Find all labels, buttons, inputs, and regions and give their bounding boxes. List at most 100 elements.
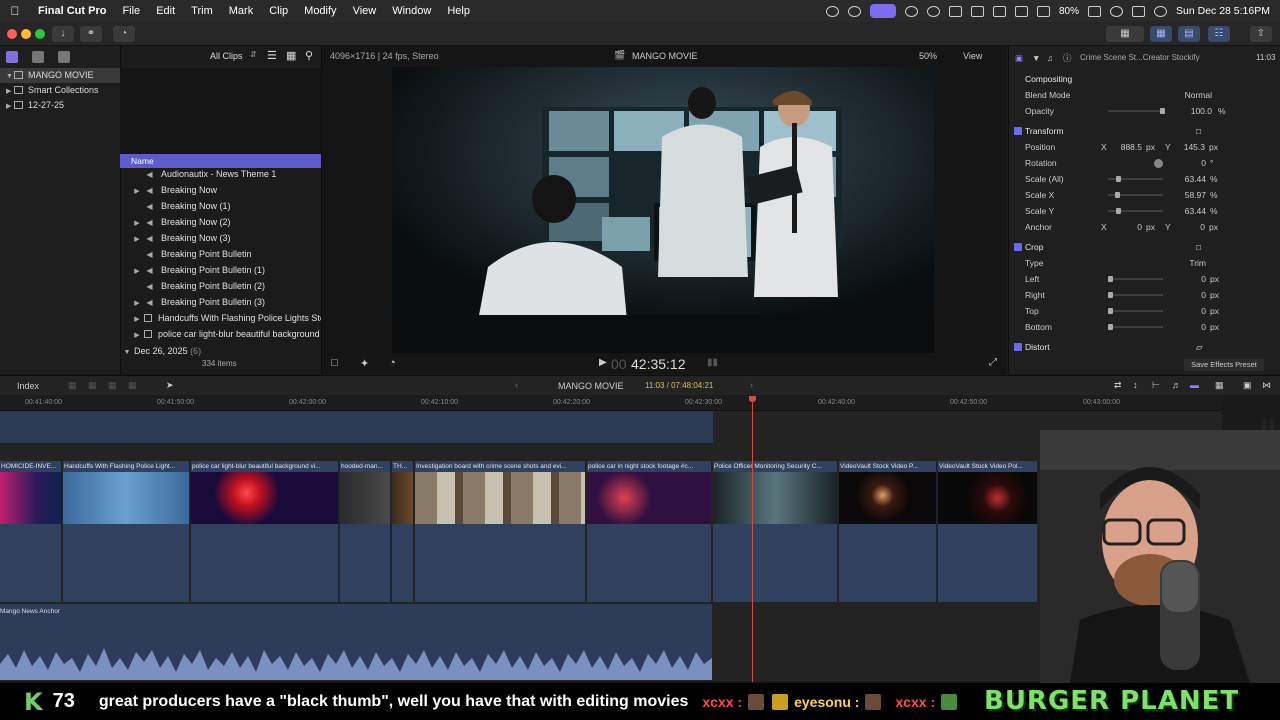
disclosure-icon[interactable]: ▶ [130,312,144,326]
distort-enable-checkbox[interactable] [1014,343,1022,351]
scale-y-value[interactable]: 63.44 [1168,203,1206,219]
blend-mode-popup[interactable]: Normal [1168,87,1212,103]
window-zoom-button[interactable] [35,29,45,39]
timeline-clip[interactable]: police car in night stock footage #c... [587,461,712,602]
menu-modify[interactable]: Modify [296,5,344,17]
browser-clip-row[interactable]: ▶ ◀ Breaking Point Bulletin (3) [120,294,321,310]
opacity-value[interactable]: 100.0 [1168,103,1212,119]
wifi-icon[interactable] [1037,5,1050,17]
slider-knob[interactable] [1108,308,1113,314]
menu-view[interactable]: View [345,5,385,17]
play-icon[interactable] [927,5,940,17]
disclosure-icon[interactable]: ▶ [130,216,144,230]
disclosure-open-icon[interactable]: ▼ [120,345,134,359]
position-y-value[interactable]: 145.3 [1173,139,1205,155]
view-menu[interactable]: View [963,51,982,61]
zoom-to-fit-icon[interactable]: ⇄ [1114,380,1122,391]
library-item-mango-movie[interactable]: ▼ MANGO MOVIE [0,68,120,83]
save-effects-preset-button[interactable]: Save Effects Preset [1184,359,1264,371]
keywords-icon[interactable]: ⚭ [80,26,102,42]
color-inspector-icon[interactable]: ▼ [1032,50,1040,66]
spotlight-search-icon[interactable] [1110,5,1124,17]
connect-edit-icon[interactable]: ▦ [68,380,77,391]
disclosure-closed-icon[interactable]: ▶ [6,84,14,99]
timeline-clip-selected[interactable]: Police Officer Monitoring Security C... [713,461,838,602]
crop-left-slider[interactable] [1108,276,1163,282]
browser-clip-row[interactable]: ◀ Audionautix - News Theme 1 [120,166,321,182]
crop-right-slider[interactable] [1108,292,1163,298]
browser-clip-row[interactable]: ▶ ◀ Breaking Now (3) [120,230,321,246]
share-icon[interactable]: ⇧ [1250,26,1272,42]
scale-x-value[interactable]: 58.97 [1168,187,1206,203]
anchor-y-value[interactable]: 0 [1173,219,1205,235]
clip-filter-menu[interactable]: All Clips [210,51,243,61]
menu-mark[interactable]: Mark [221,5,261,17]
select-tool-icon[interactable]: ➤ [166,380,174,391]
scale-x-slider[interactable] [1108,192,1163,198]
menu-help[interactable]: Help [439,5,478,17]
crop-top-value[interactable]: 0 [1168,303,1206,319]
apple-menu-icon[interactable]:  [0,4,30,18]
playhead-handle[interactable] [749,396,756,402]
background-tasks-icon[interactable]: ◔ [113,26,135,42]
timeline-clip[interactable]: TH... [392,461,414,602]
list-view-icon[interactable]: ☰ [267,49,277,62]
info-inspector-icon[interactable]: ⓘ [1063,50,1072,66]
menu-clip[interactable]: Clip [261,5,296,17]
timeline-forward-icon[interactable]: › [750,380,753,390]
crop-bottom-value[interactable]: 0 [1168,319,1206,335]
display-icon[interactable] [993,5,1006,17]
creative-cloud-icon[interactable] [848,5,861,17]
rotation-dial[interactable] [1154,159,1163,168]
slider-knob[interactable] [1115,192,1120,198]
solo-icon[interactable]: ▬ [1190,380,1199,390]
photos-audio-tab-icon[interactable] [32,51,44,63]
library-item-smart-collections[interactable]: ▶ Smart Collections [0,83,120,98]
browser-clip-row[interactable]: ◀ Breaking Point Bulletin [120,246,321,262]
show-inspector-icon[interactable]: ☷ [1208,26,1230,42]
workspace-icon[interactable]: ▦ [1106,26,1144,42]
skimming-icon[interactable]: ↕ [1133,380,1138,390]
insert-edit-icon[interactable]: ▦ [88,380,97,391]
append-edit-icon[interactable]: ▦ [108,380,117,391]
distort-section[interactable]: Distort ▱ [1008,339,1280,355]
browser-clip-row[interactable]: ◀ Breaking Point Bulletin (2) [120,278,321,294]
window-close-button[interactable] [7,29,17,39]
browser-clip-row[interactable]: ◀ Breaking Now (1) [120,198,321,214]
show-timeline-icon[interactable]: ▤ [1178,26,1200,42]
timeline-clip[interactable]: VideoVault Stock Video P... [839,461,937,602]
timeline-project-name[interactable]: MANGO MOVIE [558,381,624,391]
fullscreen-icon[interactable]: ⤢ [989,357,997,368]
timeline-clip[interactable]: VideoVault Stock Video Pol... [938,461,1038,602]
menu-window[interactable]: Window [384,5,439,17]
titles-generators-tab-icon[interactable] [58,51,70,63]
browser-clip-row[interactable]: ▶ police car light-blur beautiful backgro… [120,326,321,342]
transform-enable-checkbox[interactable] [1014,127,1022,135]
rotation-value[interactable]: 0 [1168,155,1206,171]
transform-section[interactable]: Transform □ [1008,123,1280,139]
timeline-back-icon[interactable]: ‹ [515,380,518,390]
compositing-section[interactable]: Compositing [1008,71,1280,87]
onscreen-controls-icon[interactable]: ▱ [1196,339,1203,355]
crop-type-popup[interactable]: Trim [1168,255,1206,271]
show-browser-icon[interactable]: ▦ [1150,26,1172,42]
slider-knob[interactable] [1108,292,1113,298]
onscreen-controls-icon[interactable]: □ [1196,239,1201,255]
scale-y-slider[interactable] [1108,208,1163,214]
event-group-row[interactable]: ▼ Dec 26, 2025 (6) [120,343,321,359]
transform-tool-icon[interactable]: □ [331,357,338,369]
scale-all-slider[interactable] [1108,176,1163,182]
timeline-clip[interactable]: Handcuffs With Flashing Police Light... [63,461,190,602]
playhead[interactable] [752,397,753,682]
clip-appearance-icon[interactable]: ▦ [1215,380,1224,391]
volume-icon[interactable] [949,5,962,17]
enhance-tool-icon[interactable]: ✦ [360,357,369,370]
index-button[interactable]: Index [17,381,39,391]
library-item-event[interactable]: ▶ 12-27-25 [0,98,120,113]
timecode-display[interactable]: 42:35:12 [631,356,686,372]
slider-knob[interactable] [1160,108,1165,114]
menubar-clock[interactable]: Sun Dec 28 5:16PM [1176,5,1270,17]
timeline-clip[interactable]: Investigation board with crime scene sho… [415,461,586,602]
connected-title-clip[interactable] [0,411,713,443]
menu-trim[interactable]: Trim [183,5,221,17]
